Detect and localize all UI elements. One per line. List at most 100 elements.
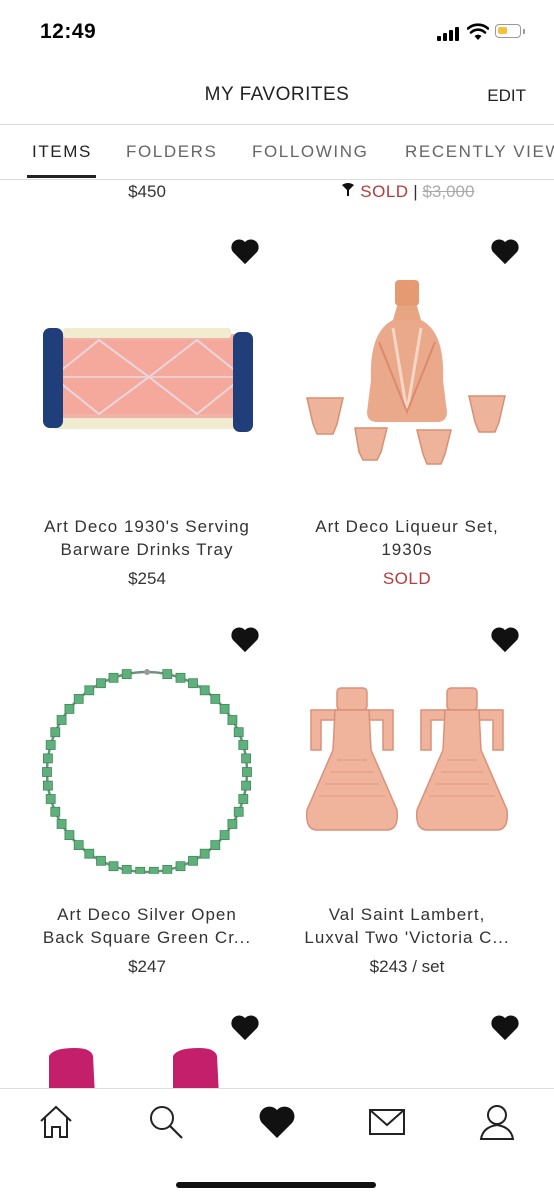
favorite-heart-icon[interactable] [490, 1013, 520, 1041]
tab-following[interactable]: FOLLOWING [252, 142, 368, 162]
tab-bar: ITEMS FOLDERS FOLLOWING RECENTLY VIEWED [0, 125, 554, 180]
necklace-stone [56, 715, 67, 725]
battery-cap [523, 29, 525, 34]
necklace-stone [233, 806, 244, 817]
necklace-stone [45, 794, 56, 804]
favorite-heart-icon[interactable] [230, 625, 260, 653]
necklace-stone [56, 819, 67, 829]
necklace-stone [96, 678, 106, 689]
item-title-line1: Art Deco Silver Open [57, 905, 237, 924]
battery-icon [495, 24, 521, 38]
item-price: $247 [128, 957, 166, 976]
pink-chair-image [49, 1048, 219, 1088]
wifi-icon [467, 23, 489, 40]
necklace-stone [175, 861, 186, 872]
necklace-stone [241, 780, 252, 791]
necklace-stone [96, 855, 106, 866]
status-bar: 12:49 [0, 0, 554, 66]
user-icon[interactable] [478, 1103, 516, 1141]
necklace-stone [45, 740, 56, 750]
favorites-grid: $450 SOLD | $3,000 Art Deco 1930's Servi… [0, 180, 554, 1088]
tab-folders[interactable]: FOLDERS [126, 142, 218, 162]
necklace-stone [43, 753, 53, 764]
necklace-stone [227, 715, 238, 725]
necklace-stone [121, 669, 132, 680]
item-price: $254 [128, 569, 166, 588]
home-icon[interactable] [37, 1103, 75, 1141]
status-time: 12:49 [40, 20, 97, 43]
necklace-stone [238, 740, 249, 750]
heart-icon[interactable] [258, 1103, 296, 1141]
necklace-stone [188, 678, 198, 689]
necklace-stone [73, 694, 84, 704]
item-price-row: SOLD | $3,000 [277, 180, 537, 203]
battery-level [498, 27, 507, 34]
item-card[interactable]: Art Deco 1930's Serving Barware Drinks T… [17, 220, 277, 600]
tab-items[interactable]: ITEMS [32, 142, 92, 162]
tab-recently-viewed[interactable]: RECENTLY VIEWED [405, 142, 554, 162]
necklace-stone [84, 685, 95, 696]
edit-button[interactable]: EDIT [487, 86, 526, 106]
tag-icon [341, 183, 354, 196]
item-card[interactable] [17, 996, 277, 1088]
necklace-stone [227, 819, 238, 829]
active-tab-indicator [27, 175, 96, 178]
item-title-line2: Back Square Green Cr... [42, 928, 252, 947]
necklace-stone [43, 780, 53, 791]
search-icon[interactable] [147, 1103, 185, 1141]
necklace-stone [210, 694, 221, 704]
cellular-signal-icon [437, 27, 461, 41]
necklace-stone [108, 861, 119, 872]
favorite-heart-icon[interactable] [490, 237, 520, 265]
necklace-stone [50, 727, 61, 738]
necklace-stone [242, 767, 252, 777]
item-title-line2: Barware Drinks Tray [60, 540, 234, 559]
item-title-line2: 1930s [381, 540, 433, 559]
item-card[interactable]: Art Deco Silver Open Back Square Green C… [17, 608, 277, 988]
necklace-stone [162, 669, 173, 680]
home-indicator [176, 1182, 376, 1188]
necklace-stone [233, 727, 244, 738]
sold-label: SOLD [360, 182, 409, 201]
necklace-stone [73, 840, 84, 851]
necklace-stone [108, 672, 119, 683]
envelope-icon[interactable] [368, 1103, 406, 1141]
necklace-stone [121, 864, 132, 874]
item-title-line1: Art Deco Liqueur Set, [315, 517, 499, 536]
item-price: $243 / set [369, 957, 445, 976]
necklace-stone [199, 848, 210, 859]
necklace-stone [210, 840, 221, 851]
necklace-stone [64, 704, 75, 714]
favorite-heart-icon[interactable] [230, 1013, 260, 1041]
pink-glass-drinks-tray-image [43, 328, 253, 432]
green-stone-necklace-image [42, 669, 252, 874]
necklace-stone [238, 794, 249, 804]
necklace-stone [219, 704, 230, 714]
necklace-stone [241, 753, 252, 764]
item-card[interactable]: Art Deco Liqueur Set, 1930s SOLD [277, 220, 537, 600]
necklace-stone [64, 830, 75, 841]
necklace-stone [199, 685, 210, 696]
original-price: $3,000 [422, 182, 475, 201]
item-card[interactable]: Val Saint Lambert, Luxval Two 'Victoria … [277, 608, 537, 988]
partial-item-right[interactable]: SOLD | $3,000 [277, 180, 537, 203]
item-price: $450 [128, 182, 166, 201]
necklace-stone [50, 806, 61, 817]
necklace-stone [135, 866, 146, 874]
favorite-heart-icon[interactable] [490, 625, 520, 653]
necklace-stone [42, 767, 52, 777]
price-separator: | [413, 182, 418, 201]
item-sold-status: SOLD [382, 569, 432, 588]
necklace-stone [84, 848, 95, 859]
favorite-heart-icon[interactable] [230, 237, 260, 265]
necklace-stone [188, 855, 198, 866]
partial-item-left[interactable]: $450 [17, 180, 277, 203]
necklace-stone [148, 866, 159, 874]
page-header: MY FAVORITES EDIT [0, 66, 554, 125]
item-card[interactable] [277, 996, 537, 1088]
pink-glass-candlesticks-image [305, 687, 509, 831]
item-title-line1: Val Saint Lambert, [328, 905, 486, 924]
necklace-stone [175, 672, 186, 683]
page-title: MY FAVORITES [204, 84, 350, 105]
item-title-line2: Luxval Two 'Victoria C... [304, 928, 510, 947]
